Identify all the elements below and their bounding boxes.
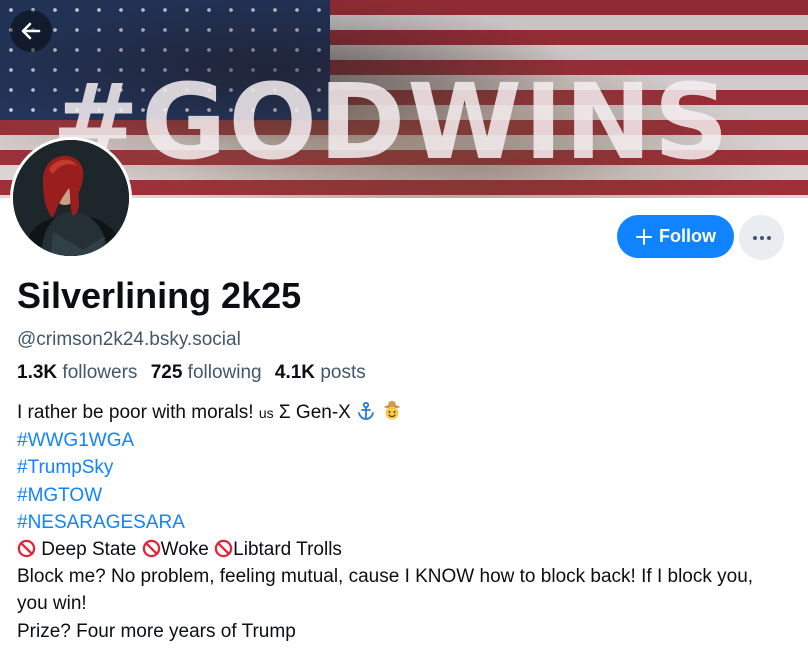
bio-line-1: I rather be poor with morals! us Σ Gen-X (17, 399, 787, 427)
bio-prize-text: Prize? Four more years of Trump (17, 620, 296, 642)
cowboy-face-icon (384, 401, 401, 420)
avatar-image (13, 140, 129, 256)
posts-stat: 4.1K posts (275, 362, 366, 383)
followers-label: followers (62, 362, 138, 383)
profile-stats: 1.3K followers 725 following 4.1K posts (17, 361, 366, 385)
back-button[interactable] (10, 10, 52, 52)
ellipsis-icon (752, 235, 771, 240)
bio-prohibited-line: Deep State Woke Libtard Trolls (17, 536, 787, 563)
following-stat[interactable]: 725 following (151, 362, 262, 383)
no-entry-sign-icon (214, 539, 233, 558)
display-name: Silverlining 2k25 (17, 275, 302, 316)
hashtag-link[interactable]: #MGTOW (17, 482, 787, 509)
anchor-icon (358, 401, 375, 420)
following-label: following (187, 362, 262, 383)
posts-count: 4.1K (274, 362, 316, 383)
bio-us-flag-text: us (258, 405, 274, 421)
bio-text: I rather be poor with morals! (17, 402, 259, 423)
plus-icon (636, 228, 652, 245)
prohibited-item: Libtard Trolls (233, 539, 342, 561)
posts-label: posts (320, 362, 366, 383)
following-count: 725 (150, 362, 183, 383)
no-entry-sign-icon (142, 539, 160, 558)
followers-stat[interactable]: 1.3K followers (17, 362, 137, 383)
no-entry-sign-icon (17, 539, 36, 558)
profile-bio: I rather be poor with morals! us Σ Gen-X… (17, 399, 787, 645)
bio-block-text: Block me? No problem, feeling mutual, ca… (17, 566, 754, 615)
hashtag-link[interactable]: #NESARAGESARA (17, 509, 787, 536)
followers-count: 1.3K (17, 362, 58, 383)
bio-sigma-text: Σ Gen-X (273, 402, 357, 423)
prohibited-item: Deep State (41, 539, 137, 561)
avatar[interactable] (10, 137, 132, 259)
hashtag-link[interactable]: #WWG1WGA (17, 427, 787, 454)
handle: @crimson2k24.bsky.social (17, 329, 241, 350)
follow-button[interactable]: Follow (617, 215, 734, 258)
banner-hashtag-text: #GODWINS (52, 61, 731, 183)
hashtag-link[interactable]: #TrumpSky (17, 454, 787, 481)
arrow-left-icon (21, 22, 41, 40)
follow-button-label: Follow (659, 226, 716, 246)
more-options-button[interactable] (739, 215, 784, 260)
prohibited-item: Woke (160, 539, 209, 561)
